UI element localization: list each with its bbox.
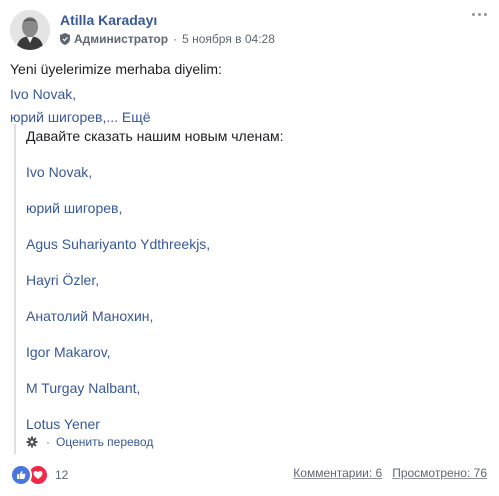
translation-mention[interactable]: Hayri Özler, xyxy=(26,271,99,289)
reactions-summary[interactable]: 12 xyxy=(10,464,68,486)
translation-intro: Давайте сказать нашим новым членам: xyxy=(26,128,284,144)
author-role-badge[interactable]: Администратор xyxy=(74,32,168,46)
translation-mention[interactable]: Ivo Novak, xyxy=(26,163,92,181)
rate-translation-link[interactable]: · Оценить перевод xyxy=(26,435,153,449)
thumbs-up-glyph xyxy=(17,471,26,479)
avatar-portrait-image xyxy=(10,10,50,50)
translation-mention[interactable]: Lotus Yener xyxy=(26,415,100,433)
translation-mention[interactable]: Анатолий Манохин, xyxy=(26,307,153,325)
rate-translation-label[interactable]: Оценить перевод xyxy=(56,435,153,449)
meta-separator: · xyxy=(173,32,178,46)
translation-mention[interactable]: юрий шигорев, xyxy=(26,199,122,217)
shield-icon xyxy=(60,33,70,45)
post-text-line: Yeni üyelerimize merhaba diyelim: xyxy=(10,61,222,77)
heart-glyph xyxy=(33,471,43,479)
author-avatar[interactable] xyxy=(10,10,50,50)
translation-mention[interactable]: Agus Suhariyanto Ydthreekjs, xyxy=(26,235,210,253)
comments-count-link[interactable]: Комментарии: 6 xyxy=(293,466,382,480)
post-timestamp[interactable]: 5 ноября в 04:28 xyxy=(182,32,275,46)
more-options-button[interactable] xyxy=(466,6,492,22)
see-more-link[interactable]: Ещё xyxy=(122,109,151,125)
views-count-link[interactable]: Просмотрено: 76 xyxy=(392,466,487,480)
like-icon xyxy=(10,464,32,486)
more-options-icon xyxy=(471,12,475,16)
translation-block: Давайте сказать нашим новым членам: Ivo … xyxy=(14,124,486,454)
more-options-dot xyxy=(477,12,481,16)
author-name-link[interactable]: Atilla Karadayı xyxy=(60,12,157,28)
group-post: Atilla Karadayı Администратор · 5 ноября… xyxy=(0,0,499,496)
post-stats: Комментарии: 6 Просмотрено: 76 xyxy=(293,466,487,480)
mention-link[interactable]: Ivo Novak, xyxy=(10,85,76,104)
reaction-count[interactable]: 12 xyxy=(55,468,68,482)
gear-icon xyxy=(26,436,38,448)
mention-link[interactable]: юрий шигорев,... xyxy=(10,109,122,125)
rate-separator: · xyxy=(46,435,50,449)
more-options-dot xyxy=(483,12,487,16)
translation-mention[interactable]: M Turgay Nalbant, xyxy=(26,379,140,397)
translation-mention[interactable]: Igor Makarov, xyxy=(26,343,111,361)
post-meta: Администратор · 5 ноября в 04:28 xyxy=(60,32,275,46)
